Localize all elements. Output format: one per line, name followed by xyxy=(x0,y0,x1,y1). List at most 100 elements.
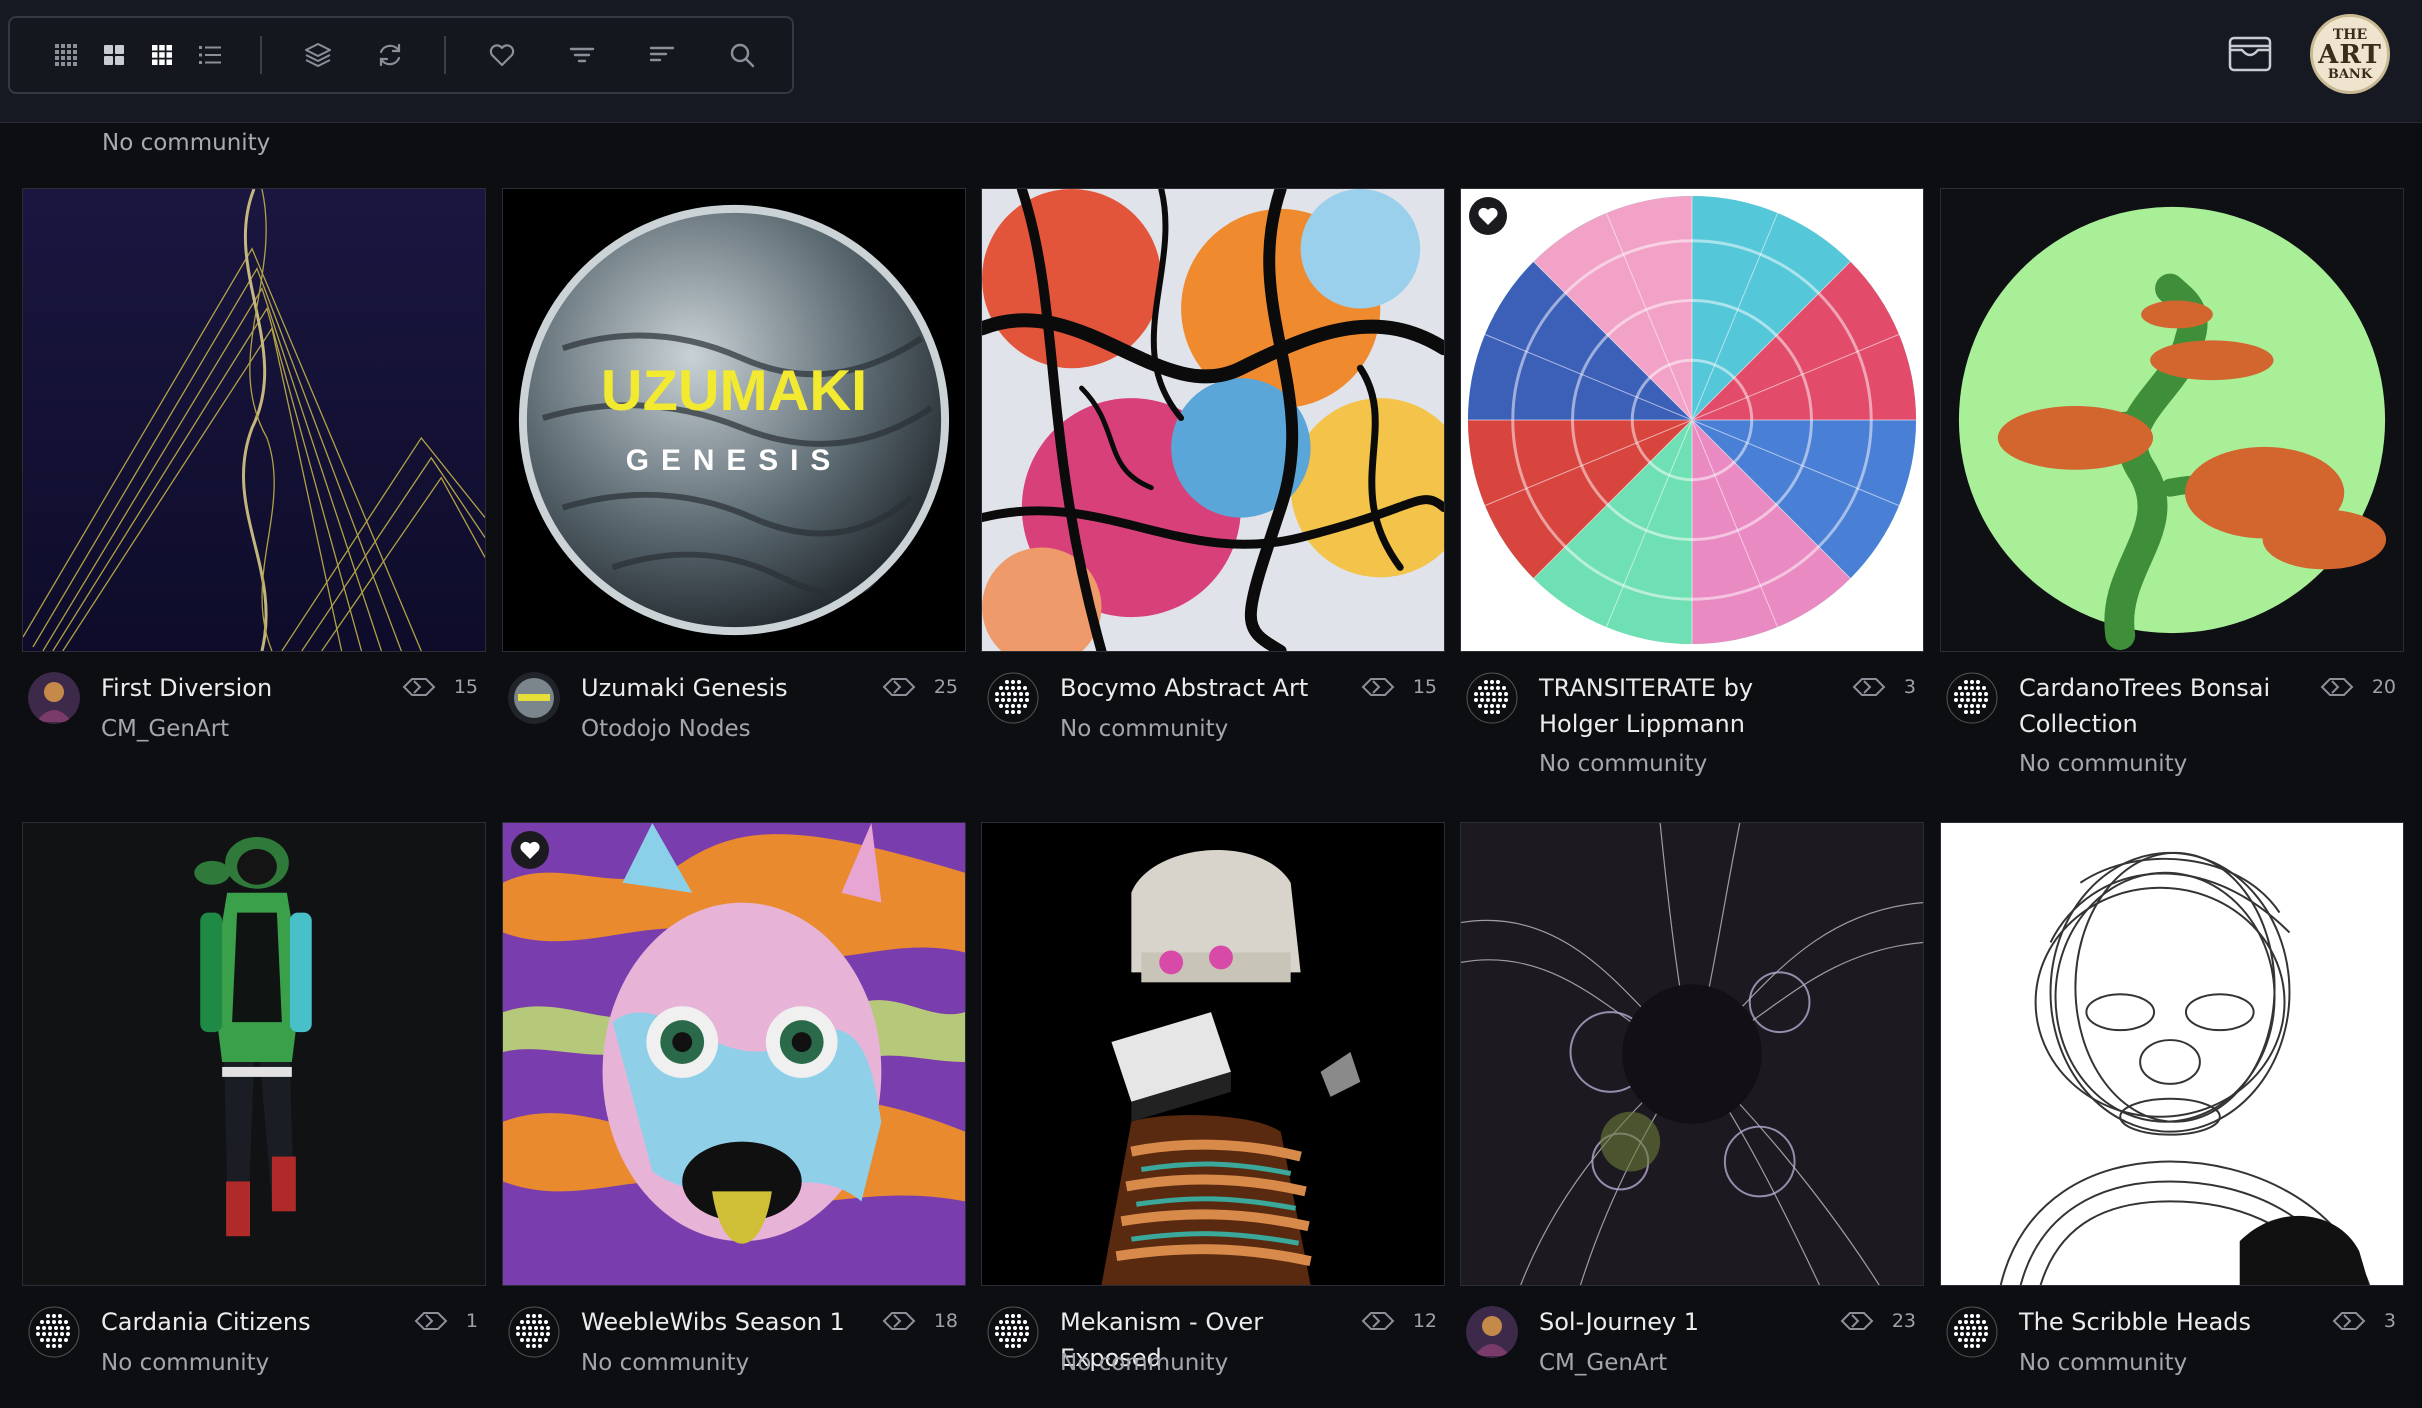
collection-meta: Mekanism - Over Exposed No community 12 xyxy=(981,1304,1445,1404)
sort-icon[interactable] xyxy=(642,35,682,75)
collection-thumbnail[interactable] xyxy=(1460,822,1924,1286)
item-count: 25 xyxy=(882,676,958,698)
toolbar-divider xyxy=(260,36,262,74)
collection-community[interactable]: No community xyxy=(1539,746,1707,782)
collection-avatar[interactable] xyxy=(987,672,1039,724)
top-bar: THE ART BANK xyxy=(0,0,2422,123)
collection-count-icon xyxy=(414,1312,448,1330)
item-count: 3 xyxy=(2332,1310,2396,1332)
collection-count-icon xyxy=(1361,678,1395,696)
item-count: 12 xyxy=(1361,1310,1437,1332)
collection-community[interactable]: No community xyxy=(581,1345,749,1381)
count-value: 18 xyxy=(933,1310,958,1332)
item-count: 3 xyxy=(1852,676,1916,698)
collection-count-icon xyxy=(2332,1312,2366,1330)
uzumaki-art-title: UZUMAKI xyxy=(601,359,867,423)
item-count: 15 xyxy=(402,676,478,698)
wallet-icon[interactable] xyxy=(2224,28,2276,80)
count-value: 12 xyxy=(1412,1310,1437,1332)
collection-community[interactable]: No community xyxy=(1060,1345,1228,1381)
collection-avatar[interactable] xyxy=(1466,1306,1518,1358)
collection-name[interactable]: First Diversion xyxy=(101,670,371,706)
collection-thumbnail[interactable] xyxy=(22,822,486,1286)
collection-thumbnail[interactable] xyxy=(1940,188,2404,652)
item-count: 18 xyxy=(882,1310,958,1332)
collection-community[interactable]: No community xyxy=(2019,1345,2187,1381)
uzumaki-art-subtitle: GENESIS xyxy=(626,444,842,477)
collection-avatar[interactable] xyxy=(508,1306,560,1358)
collection-count-icon xyxy=(882,1312,916,1330)
logo-line-3: BANK xyxy=(2327,66,2373,82)
collection-count-icon xyxy=(882,678,916,696)
collection-meta: TRANSITERATE by Holger Lippmann No commu… xyxy=(1460,670,1924,777)
collection-meta: Cardania Citizens No community 1 xyxy=(22,1304,486,1404)
collection-thumbnail[interactable] xyxy=(981,188,1445,652)
toolbar-divider xyxy=(444,36,446,74)
art-bank-logo-avatar[interactable]: THE ART BANK xyxy=(2310,14,2390,94)
collection-name[interactable]: WeebleWibs Season 1 xyxy=(581,1304,851,1340)
collection-name[interactable]: Sol-Journey 1 xyxy=(1539,1304,1809,1340)
logo-line-2: ART xyxy=(2318,39,2382,70)
collection-name[interactable]: Bocymo Abstract Art xyxy=(1060,670,1330,706)
collection-count-icon xyxy=(2320,678,2354,696)
collection-meta: Sol-Journey 1 CM_GenArt 23 xyxy=(1460,1304,1924,1404)
collection-meta: First Diversion CM_GenArt 15 xyxy=(22,670,486,770)
collection-name[interactable]: TRANSITERATE by Holger Lippmann xyxy=(1539,670,1809,742)
previous-row-community[interactable]: No community xyxy=(102,130,270,156)
heart-icon[interactable] xyxy=(482,35,522,75)
collection-community[interactable]: Otodojo Nodes xyxy=(581,711,751,747)
collection-thumbnail[interactable] xyxy=(1460,188,1924,652)
favorite-heart-icon[interactable] xyxy=(511,831,549,869)
collection-avatar[interactable] xyxy=(987,1306,1039,1358)
collection-community[interactable]: CM_GenArt xyxy=(101,711,229,747)
collection-avatar[interactable] xyxy=(508,672,560,724)
count-value: 20 xyxy=(2371,676,2396,698)
collection-name[interactable]: Cardania Citizens xyxy=(101,1304,371,1340)
layers-icon[interactable] xyxy=(298,35,338,75)
item-count: 15 xyxy=(1361,676,1437,698)
collection-count-icon xyxy=(1361,1312,1395,1330)
collection-thumbnail[interactable] xyxy=(1940,822,2404,1286)
collection-count-icon xyxy=(1852,678,1886,696)
list-view-icon[interactable] xyxy=(190,35,230,75)
item-count: 20 xyxy=(2320,676,2396,698)
collection-thumbnail[interactable] xyxy=(981,822,1445,1286)
collection-avatar[interactable] xyxy=(1946,1306,1998,1358)
collection-avatar[interactable] xyxy=(28,1306,80,1358)
count-value: 23 xyxy=(1891,1310,1916,1332)
collection-name[interactable]: Uzumaki Genesis xyxy=(581,670,851,706)
collection-community[interactable]: CM_GenArt xyxy=(1539,1345,1667,1381)
collection-community[interactable]: No community xyxy=(101,1345,269,1381)
collection-meta: Bocymo Abstract Art No community 15 xyxy=(981,670,1445,770)
grid-dense-icon[interactable] xyxy=(46,35,86,75)
collection-meta: Uzumaki Genesis Otodojo Nodes 25 xyxy=(502,670,966,770)
search-icon[interactable] xyxy=(722,35,762,75)
count-value: 15 xyxy=(1412,676,1437,698)
view-toolbar xyxy=(8,16,794,94)
grid-large-icon[interactable] xyxy=(94,35,134,75)
count-value: 25 xyxy=(933,676,958,698)
collection-community[interactable]: No community xyxy=(2019,746,2187,782)
filter-icon[interactable] xyxy=(562,35,602,75)
refresh-icon[interactable] xyxy=(370,35,410,75)
collection-avatar[interactable] xyxy=(1466,672,1518,724)
collection-avatar[interactable] xyxy=(1946,672,1998,724)
collection-community[interactable]: No community xyxy=(1060,711,1228,747)
collection-thumbnail[interactable]: UZUMAKI GENESIS xyxy=(502,188,966,652)
collection-count-icon xyxy=(1840,1312,1874,1330)
count-value: 15 xyxy=(453,676,478,698)
collection-name[interactable]: CardanoTrees Bonsai Collection xyxy=(2019,670,2289,742)
count-value: 3 xyxy=(1903,676,1916,698)
collection-avatar[interactable] xyxy=(28,672,80,724)
collection-name[interactable]: The Scribble Heads xyxy=(2019,1304,2289,1340)
item-count: 23 xyxy=(1840,1310,1916,1332)
collection-meta: CardanoTrees Bonsai Collection No commun… xyxy=(1940,670,2404,777)
collection-thumbnail[interactable] xyxy=(22,188,486,652)
count-value: 3 xyxy=(2383,1310,2396,1332)
favorite-heart-icon[interactable] xyxy=(1469,197,1507,235)
grid-small-icon[interactable] xyxy=(142,35,182,75)
collection-thumbnail[interactable] xyxy=(502,822,966,1286)
collection-count-icon xyxy=(402,678,436,696)
collection-meta: The Scribble Heads No community 3 xyxy=(1940,1304,2404,1404)
collection-meta: WeebleWibs Season 1 No community 18 xyxy=(502,1304,966,1404)
